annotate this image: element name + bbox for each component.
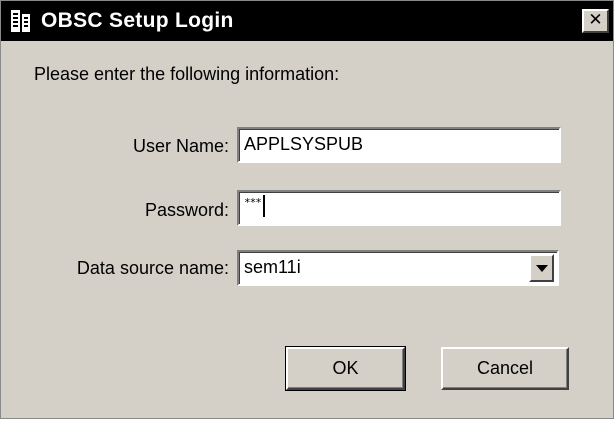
data-source-value: sem11i [244,257,301,277]
user-name-value: APPLSYSPUB [244,134,364,154]
setup-login-dialog: OBSC Setup Login ✕ Please enter the foll… [0,0,614,419]
data-source-label: Data source name: [76,258,229,278]
instruction-text: Please enter the following information: [34,64,340,84]
user-name-label: User Name: [132,136,229,156]
ok-button[interactable]: OK [285,346,406,391]
close-icon: ✕ [588,10,603,30]
chevron-down-icon [536,265,548,272]
setup-app-icon [9,8,33,34]
dropdown-button[interactable] [529,254,554,282]
data-source-select[interactable]: sem11i [237,250,559,286]
user-name-field[interactable]: APPLSYSPUB [237,127,561,163]
text-cursor [262,195,265,218]
title-bar[interactable]: OBSC Setup Login ✕ [1,1,613,41]
password-label: Password: [144,200,229,220]
cancel-button[interactable]: Cancel [441,347,569,390]
window-title: OBSC Setup Login [41,9,234,32]
password-field[interactable]: *** [237,190,561,226]
close-button[interactable]: ✕ [582,9,609,33]
password-value: *** [244,196,262,209]
